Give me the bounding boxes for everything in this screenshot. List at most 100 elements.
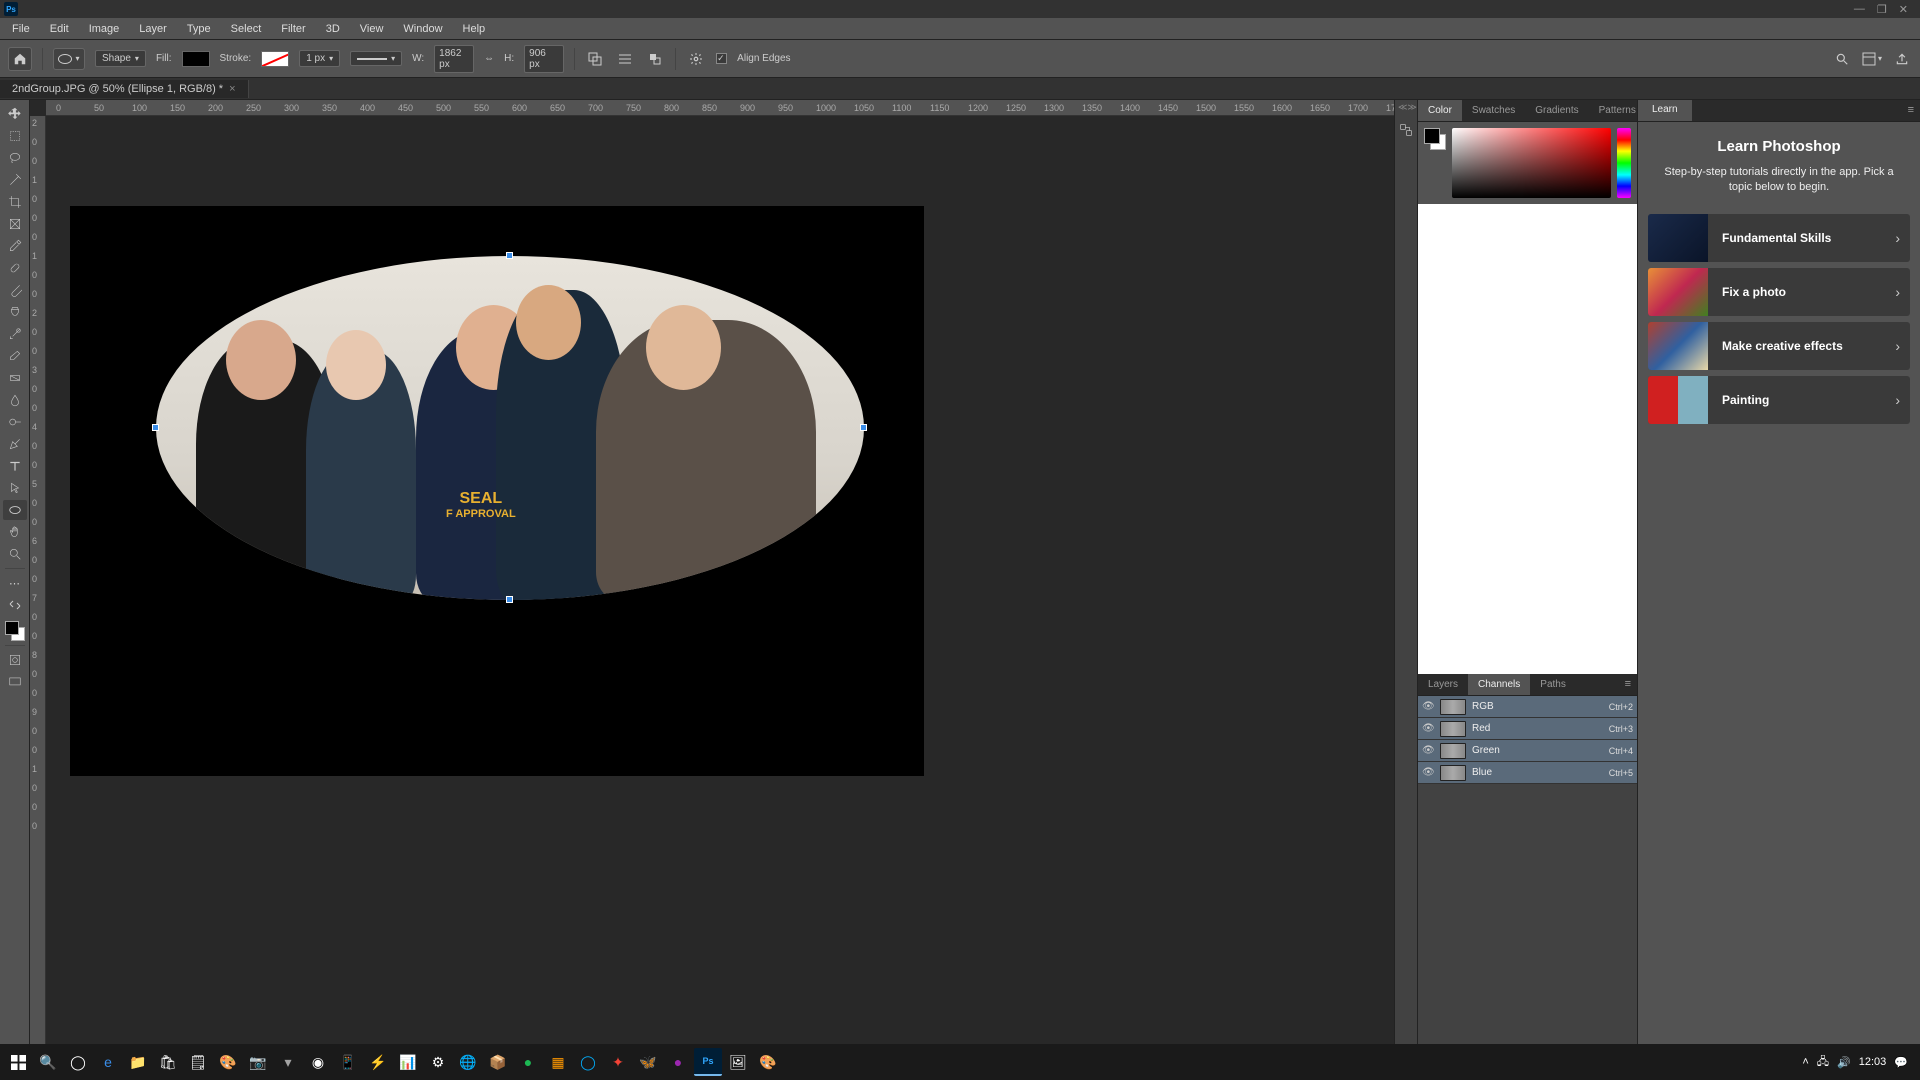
healing-tool[interactable]: [3, 258, 27, 278]
stroke-width-input[interactable]: 1 px▾: [299, 50, 340, 67]
clone-tool[interactable]: [3, 302, 27, 322]
path-arrange-button[interactable]: [645, 49, 665, 69]
saturation-box[interactable]: [1452, 128, 1611, 198]
dock-collapse-strip[interactable]: ≪≫: [1395, 100, 1417, 114]
foreground-color[interactable]: [5, 621, 19, 635]
start-button[interactable]: [4, 1048, 32, 1076]
notifications-icon[interactable]: 💬: [1894, 1056, 1908, 1069]
align-edges-checkbox[interactable]: [716, 53, 727, 64]
tab-channels[interactable]: Channels: [1468, 674, 1530, 695]
taskbar-app-icon[interactable]: ▦: [544, 1048, 572, 1076]
pen-tool[interactable]: [3, 434, 27, 454]
taskbar-app-icon[interactable]: 📊: [394, 1048, 422, 1076]
ellipse-shape-content[interactable]: SEAL F APPROVAL: [156, 256, 864, 600]
learn-card[interactable]: Make creative effects ›: [1648, 322, 1910, 370]
network-icon[interactable]: 🖧: [1817, 1053, 1829, 1072]
home-button[interactable]: [8, 47, 32, 71]
menu-file[interactable]: File: [2, 20, 40, 38]
tab-layers[interactable]: Layers: [1418, 674, 1468, 695]
learn-card[interactable]: Painting ›: [1648, 376, 1910, 424]
maximize-button[interactable]: ❐: [1877, 3, 1887, 16]
fill-swatch[interactable]: [182, 51, 210, 67]
magic-wand-tool[interactable]: [3, 170, 27, 190]
height-input[interactable]: 906 px: [524, 45, 564, 73]
taskbar-app-icon[interactable]: ✦: [604, 1048, 632, 1076]
menu-filter[interactable]: Filter: [271, 20, 315, 38]
tab-swatches[interactable]: Swatches: [1462, 100, 1525, 121]
eyedropper-tool[interactable]: [3, 236, 27, 256]
visibility-eye-icon[interactable]: 👁: [1422, 745, 1434, 757]
minimize-button[interactable]: —: [1854, 3, 1865, 16]
workspace-button[interactable]: ▾: [1862, 49, 1882, 69]
taskbar-app-icon[interactable]: 📱: [334, 1048, 362, 1076]
sel-handle-right[interactable]: [860, 424, 867, 431]
volume-icon[interactable]: 🔊: [1837, 1056, 1851, 1069]
close-button[interactable]: ✕: [1899, 3, 1908, 16]
menu-select[interactable]: Select: [221, 20, 272, 38]
learn-card[interactable]: Fix a photo ›: [1648, 268, 1910, 316]
sel-handle-bottom[interactable]: [506, 596, 513, 603]
vertical-ruler[interactable]: 20010001002003004005006007008009001000: [30, 116, 46, 1044]
history-panel-icon[interactable]: [1396, 120, 1416, 140]
channel-row[interactable]: 👁 RGB Ctrl+2: [1418, 696, 1637, 718]
steam-icon[interactable]: ◉: [304, 1048, 332, 1076]
crop-tool[interactable]: [3, 192, 27, 212]
stroke-swatch[interactable]: [261, 51, 289, 67]
tray-chevron-icon[interactable]: ˄: [1802, 1056, 1808, 1068]
move-tool[interactable]: [3, 104, 27, 124]
learn-card[interactable]: Fundamental Skills ›: [1648, 214, 1910, 262]
taskbar-app-icon[interactable]: 🗒: [184, 1048, 212, 1076]
visibility-eye-icon[interactable]: 👁: [1422, 723, 1434, 735]
taskbar-app-icon[interactable]: 🦋: [634, 1048, 662, 1076]
screenmode-button[interactable]: [3, 672, 27, 692]
taskbar-app-icon[interactable]: 🎨: [754, 1048, 782, 1076]
edit-toolbar-button[interactable]: ⋯: [3, 573, 27, 593]
quickmask-button[interactable]: [3, 650, 27, 670]
menu-type[interactable]: Type: [177, 20, 221, 38]
frame-tool[interactable]: [3, 214, 27, 234]
gear-button[interactable]: [686, 49, 706, 69]
sel-handle-top[interactable]: [506, 252, 513, 259]
taskbar-app-icon[interactable]: ⚙: [424, 1048, 452, 1076]
brush-tool[interactable]: [3, 280, 27, 300]
taskbar-app-icon[interactable]: ◯: [574, 1048, 602, 1076]
sel-handle-left[interactable]: [152, 424, 159, 431]
path-align-button[interactable]: [615, 49, 635, 69]
blur-tool[interactable]: [3, 390, 27, 410]
channel-row[interactable]: 👁 Red Ctrl+3: [1418, 718, 1637, 740]
ellipse-tool[interactable]: [3, 500, 27, 520]
hand-tool[interactable]: [3, 522, 27, 542]
link-wh-icon[interactable]: ⇔: [484, 53, 494, 64]
shape-mode-dropdown[interactable]: Shape▾: [95, 50, 146, 67]
tab-learn[interactable]: Learn: [1638, 100, 1692, 121]
menu-view[interactable]: View: [350, 20, 394, 38]
taskbar-app-icon[interactable]: ⚡: [364, 1048, 392, 1076]
taskbar-app-icon[interactable]: 📷: [244, 1048, 272, 1076]
taskbar-app-icon[interactable]: ▾: [274, 1048, 302, 1076]
menu-edit[interactable]: Edit: [40, 20, 79, 38]
stroke-style-dropdown[interactable]: ▾: [350, 51, 402, 66]
canvas-viewport[interactable]: SEAL F APPROVAL: [46, 116, 1394, 1044]
panel-menu-icon[interactable]: ≡: [1902, 100, 1920, 121]
panel-menu-icon[interactable]: ≡: [1619, 674, 1637, 695]
eraser-tool[interactable]: [3, 346, 27, 366]
taskbar-app-icon[interactable]: 🎨: [214, 1048, 242, 1076]
color-fgbg-mini[interactable]: [1424, 128, 1446, 150]
share-button[interactable]: [1892, 49, 1912, 69]
width-input[interactable]: 1862 px: [434, 45, 474, 73]
taskbar-app-icon[interactable]: ●: [664, 1048, 692, 1076]
document-canvas[interactable]: SEAL F APPROVAL: [70, 206, 924, 776]
tab-gradients[interactable]: Gradients: [1525, 100, 1588, 121]
type-tool[interactable]: [3, 456, 27, 476]
menu-image[interactable]: Image: [79, 20, 130, 38]
visibility-eye-icon[interactable]: 👁: [1422, 767, 1434, 779]
channel-row[interactable]: 👁 Green Ctrl+4: [1418, 740, 1637, 762]
close-tab-icon[interactable]: ×: [229, 83, 235, 95]
spotify-icon[interactable]: ●: [514, 1048, 542, 1076]
tab-paths[interactable]: Paths: [1530, 674, 1576, 695]
cortana-button[interactable]: ◯: [64, 1048, 92, 1076]
store-icon[interactable]: 🛍: [154, 1048, 182, 1076]
menu-help[interactable]: Help: [453, 20, 496, 38]
menu-3d[interactable]: 3D: [316, 20, 350, 38]
document-tab[interactable]: 2ndGroup.JPG @ 50% (Ellipse 1, RGB/8) * …: [0, 80, 249, 98]
